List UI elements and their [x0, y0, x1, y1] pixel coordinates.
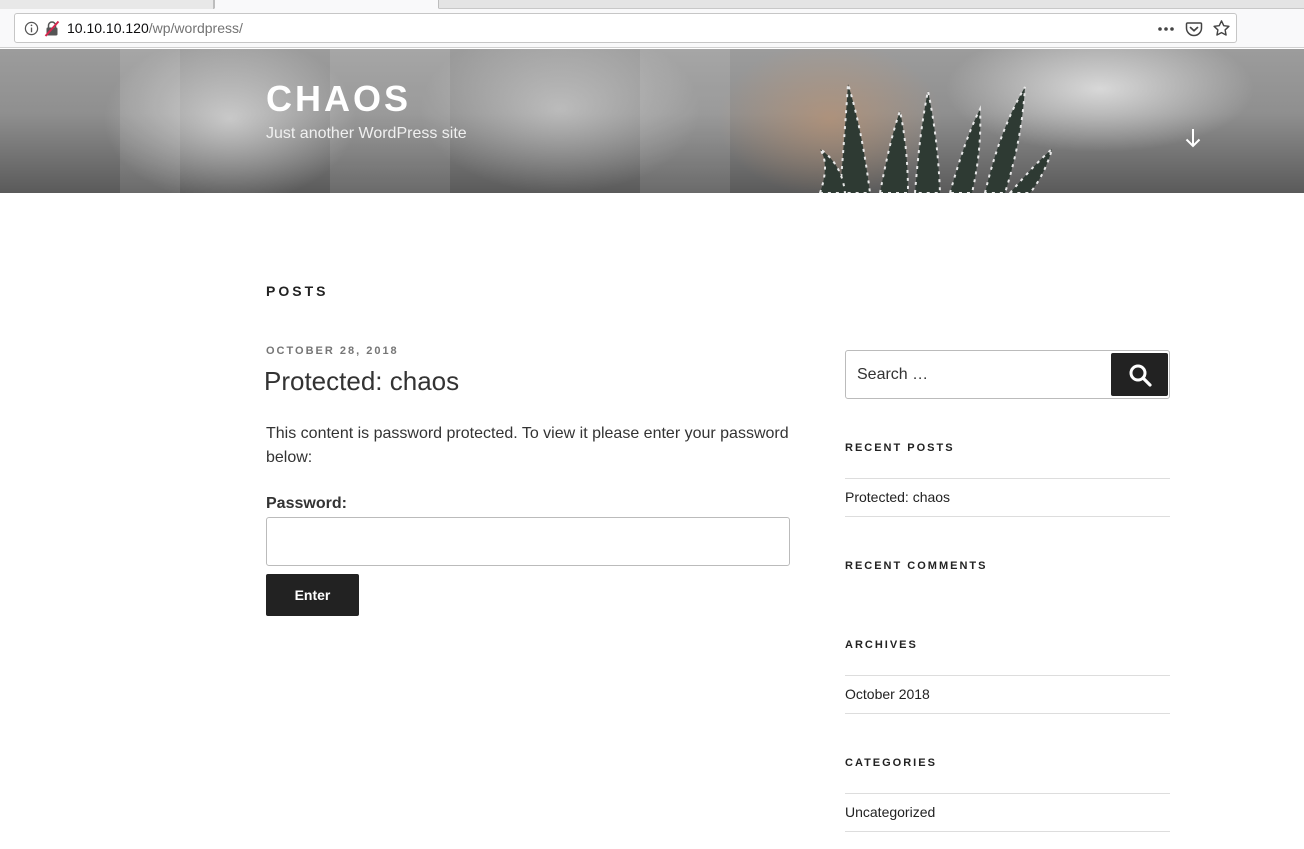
- address-bar[interactable]: 10.10.10.120/wp/wordpress/: [14, 13, 1237, 43]
- site-description: Just another WordPress site: [266, 125, 467, 142]
- post-title[interactable]: Protected: chaos: [264, 365, 459, 397]
- recent-posts-list: Protected: chaos: [845, 478, 1170, 517]
- bookmark-star-icon[interactable]: [1212, 19, 1231, 38]
- search-icon: [1129, 364, 1152, 387]
- search-button[interactable]: [1111, 353, 1168, 396]
- scroll-down-arrow-icon[interactable]: [1182, 127, 1204, 149]
- archives-list: October 2018: [845, 675, 1170, 714]
- password-protected-message: This content is password protected. To v…: [266, 425, 789, 466]
- site-title[interactable]: CHAOS: [266, 78, 411, 120]
- header-background-shape: [120, 49, 180, 193]
- categories-title: CATEGORIES: [845, 757, 937, 769]
- more-icon[interactable]: [1156, 21, 1176, 37]
- search-input[interactable]: Search …: [845, 350, 1170, 399]
- site-header-banner: CHAOS Just another WordPress site: [0, 49, 1304, 193]
- header-background-shape: [640, 49, 730, 193]
- enter-button[interactable]: Enter: [266, 574, 359, 616]
- header-background-shape: [330, 49, 450, 193]
- search-placeholder: Search …: [857, 366, 929, 383]
- recent-post-link[interactable]: Protected: chaos: [845, 479, 1170, 516]
- url-host: 10.10.10.120: [67, 20, 149, 36]
- browser-tab-active[interactable]: [214, 0, 439, 9]
- url-text: 10.10.10.120/wp/wordpress/: [67, 20, 243, 37]
- tab-strip: [0, 0, 1304, 9]
- post-date[interactable]: OCTOBER 28, 2018: [266, 345, 399, 357]
- header-plant-image: [818, 83, 1054, 193]
- browser-tab[interactable]: [0, 0, 214, 9]
- recent-comments-title: RECENT COMMENTS: [845, 560, 988, 572]
- info-icon[interactable]: [24, 21, 39, 36]
- categories-list: Uncategorized: [845, 793, 1170, 832]
- pocket-icon[interactable]: [1185, 20, 1203, 38]
- page-title: POSTS: [266, 283, 329, 299]
- browser-toolbar: 10.10.10.120/wp/wordpress/: [0, 9, 1304, 48]
- archives-title: ARCHIVES: [845, 639, 918, 651]
- password-label: Password:: [266, 495, 347, 512]
- insecure-lock-icon[interactable]: [44, 20, 60, 37]
- password-field[interactable]: [266, 517, 790, 566]
- url-path: /wp/wordpress/: [148, 20, 243, 36]
- recent-posts-title: RECENT POSTS: [845, 442, 955, 454]
- category-link[interactable]: Uncategorized: [845, 794, 1170, 831]
- archive-link[interactable]: October 2018: [845, 676, 1170, 713]
